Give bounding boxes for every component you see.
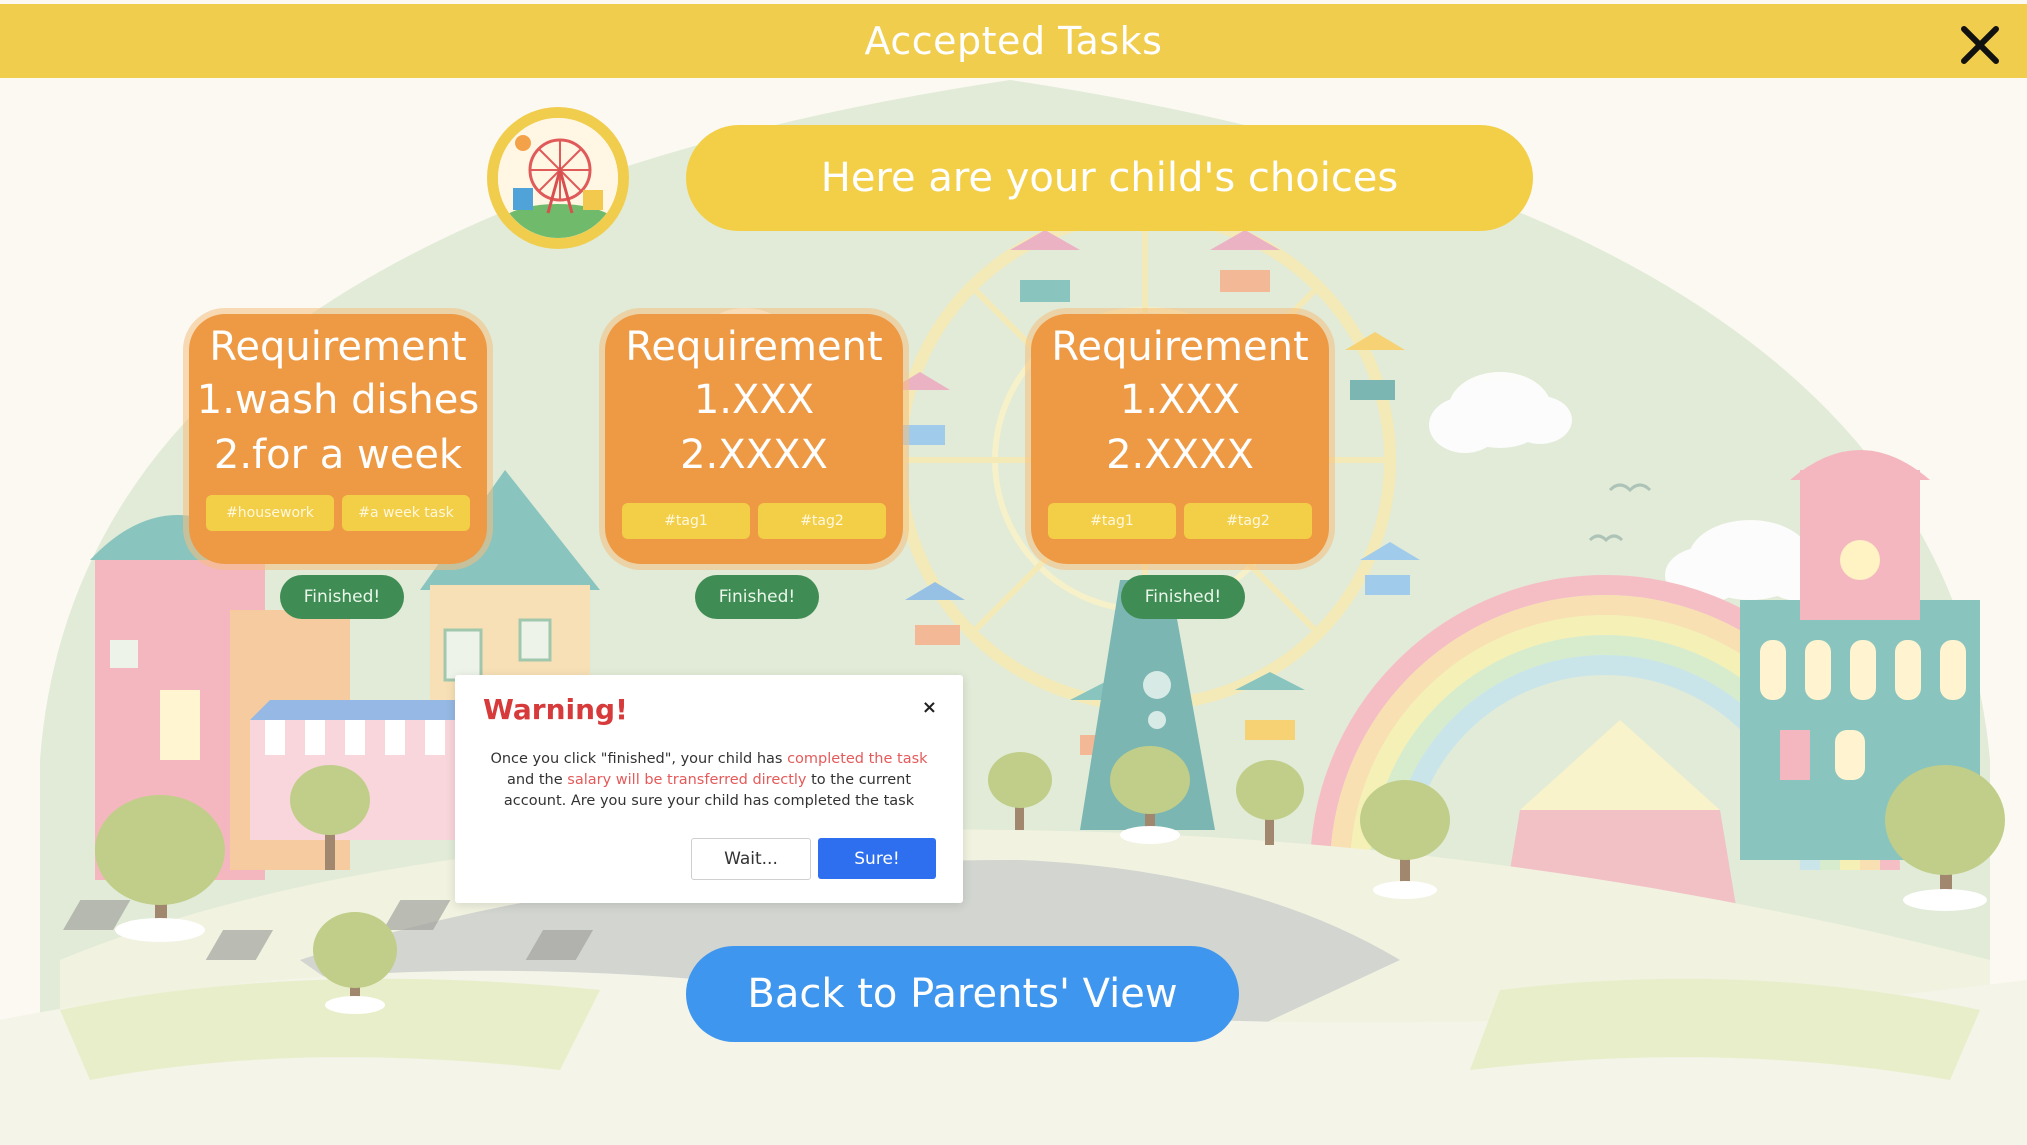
task-requirement-1: 1.XXX [693,377,815,423]
finished-button[interactable]: Finished! [280,575,404,619]
dialog-close-icon[interactable]: × [922,697,937,718]
tag-chip: #tag1 [1048,503,1176,539]
task-requirement-2: 2.for a week [213,432,463,478]
back-to-parents-button[interactable]: Back to Parents' View [686,946,1239,1042]
task-tags: #housework #a week task [189,495,487,531]
task-card: Requirement 1.wash dishes 2.for a week #… [189,314,487,564]
choices-banner: Here are your child's choices [686,125,1533,231]
ferris-wheel-icon [498,118,618,238]
task-title: Requirement [625,324,883,370]
wait-button[interactable]: Wait... [691,838,811,880]
task-requirement-2: 2.XXXX [1106,432,1254,478]
header-bar: Accepted Tasks [0,4,2027,78]
sure-button[interactable]: Sure! [818,838,936,879]
warning-highlight: salary will be transferred directly [567,772,807,788]
tag-chip: #a week task [342,495,470,531]
task-card: Requirement 1.XXX 2.XXXX #tag1 #tag2 [1031,314,1329,564]
warning-title: Warning! [483,693,628,726]
tag-chip: #housework [206,495,334,531]
task-title: Requirement [1051,324,1309,370]
task-requirement-1: 1.wash dishes [196,377,480,423]
page-title: Accepted Tasks [864,19,1163,63]
finished-button[interactable]: Finished! [1121,575,1245,619]
tag-chip: #tag1 [622,503,750,539]
warning-text: and the [506,772,568,788]
task-tags: #tag1 #tag2 [1031,503,1329,539]
warning-message: Once you click "finished", your child ha… [483,749,935,812]
warning-text: Once you click "finished", your child ha… [490,751,788,767]
tag-chip: #tag2 [758,503,886,539]
child-avatar [487,107,629,249]
warning-dialog: Warning! × Once you click "finished", yo… [455,675,963,903]
warning-highlight: completed the task [787,751,928,767]
finished-button[interactable]: Finished! [695,575,819,619]
task-card: Requirement 1.XXX 2.XXXX #tag1 #tag2 [605,314,903,564]
task-requirement-1: 1.XXX [1119,377,1241,423]
tag-chip: #tag2 [1184,503,1312,539]
task-requirement-2: 2.XXXX [680,432,828,478]
close-icon[interactable] [1953,18,2007,72]
task-title: Requirement [209,324,467,370]
task-tags: #tag1 #tag2 [605,503,903,539]
